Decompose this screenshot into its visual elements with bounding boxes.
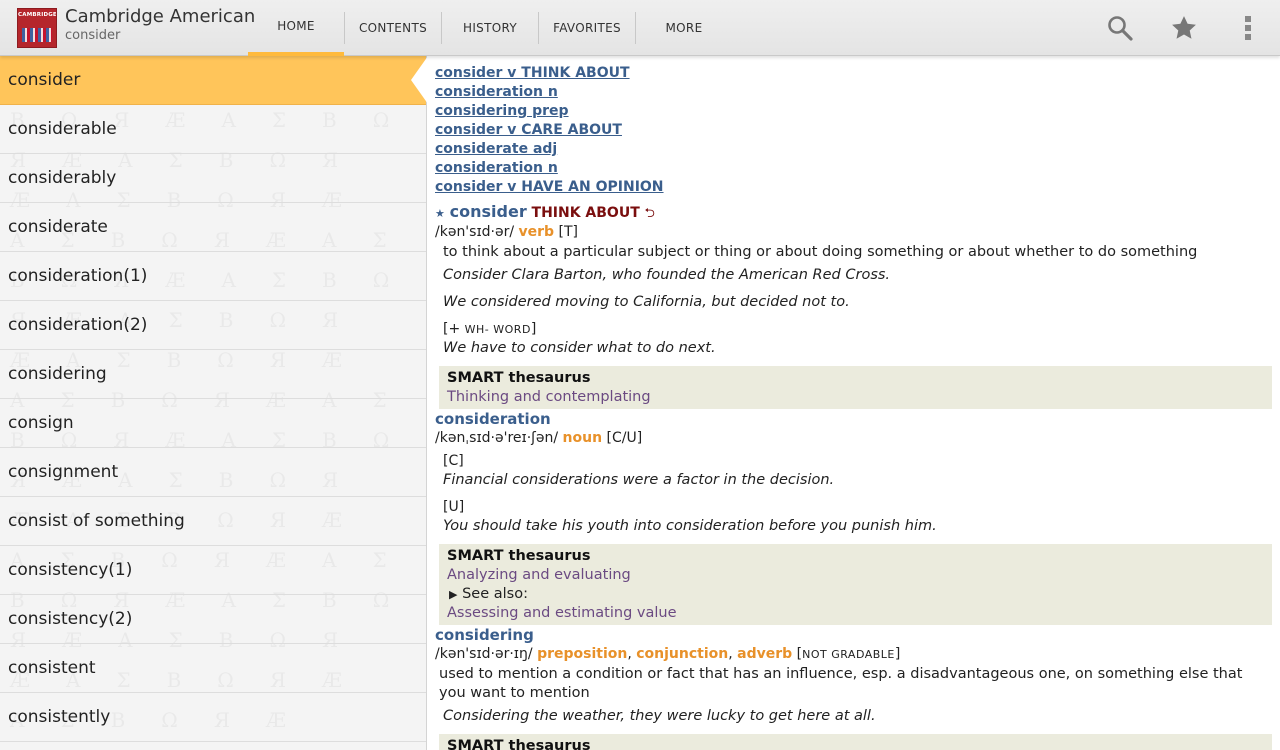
entry-pane[interactable]: consider v THINK ABOUT consideration n c… bbox=[428, 56, 1280, 750]
grammar-code: [T] bbox=[558, 224, 579, 240]
expand-triangle-icon: ▶ bbox=[449, 588, 458, 601]
pronunciation-line: /kən'sɪd·ər·ɪŋ/ preposition, conjunction… bbox=[435, 645, 1272, 664]
star-icon[interactable] bbox=[1168, 12, 1200, 44]
part-of-speech: adverb bbox=[737, 646, 793, 662]
grammar-bracket: ] bbox=[530, 321, 537, 337]
headword: consider bbox=[449, 202, 527, 221]
entry-link[interactable]: consider v CARE ABOUT bbox=[435, 121, 1272, 140]
part-of-speech: conjunction bbox=[636, 646, 729, 662]
grammar-word: WH- WORD bbox=[464, 323, 531, 336]
list-item[interactable]: consistent bbox=[0, 644, 426, 693]
logo-flag-stripes bbox=[22, 28, 52, 42]
thesaurus-title: SMART thesaurus bbox=[447, 548, 591, 564]
entry-link[interactable]: consider v THINK ABOUT bbox=[435, 64, 1272, 83]
pronunciation-line: /kən'sɪd·ər/ verb [T] bbox=[435, 223, 1272, 242]
overflow-menu-icon[interactable] bbox=[1232, 12, 1264, 44]
thesaurus-box: SMART thesaurus bbox=[439, 734, 1272, 750]
tab-home[interactable]: HOME bbox=[248, 0, 344, 56]
entry-link[interactable]: consideration n bbox=[435, 159, 1272, 178]
sense-headline: ★ consider THINK ABOUT ⮌ bbox=[435, 202, 1272, 223]
example: Financial considerations were a factor i… bbox=[443, 472, 835, 488]
tab-more[interactable]: MORE bbox=[636, 0, 732, 56]
thesaurus-title: SMART thesaurus bbox=[447, 738, 591, 750]
list-item[interactable]: consistency(1) bbox=[0, 546, 426, 595]
thesaurus-title: SMART thesaurus bbox=[447, 370, 591, 386]
example: You should take his youth into considera… bbox=[443, 518, 937, 534]
thesaurus-link[interactable]: Assessing and estimating value bbox=[447, 604, 1264, 623]
app-logo[interactable]: CAMBRIDGE bbox=[17, 8, 57, 48]
pronunciation: /kənˌsɪd·ə'reɪ·ʃən/ bbox=[435, 430, 559, 446]
current-word-subtitle: consider bbox=[65, 28, 121, 43]
tab-favorites[interactable]: FAVORITES bbox=[539, 0, 635, 56]
logo-text: CAMBRIDGE bbox=[18, 12, 57, 18]
list-item[interactable]: consist of something bbox=[0, 497, 426, 546]
list-item[interactable]: consistently bbox=[0, 693, 426, 742]
thesaurus-box: SMART thesaurus Thinking and contemplati… bbox=[439, 366, 1272, 409]
pronunciation: /kən'sɪd·ər/ bbox=[435, 224, 515, 240]
grammar-label: [C] bbox=[443, 453, 464, 469]
separator: , bbox=[627, 646, 632, 662]
headword: considering bbox=[435, 626, 534, 644]
entry-link[interactable]: considering prep bbox=[435, 102, 1272, 121]
list-item[interactable]: considering bbox=[0, 350, 426, 399]
definition: to think about a particular subject or t… bbox=[443, 244, 1198, 260]
app-title: Cambridge American bbox=[65, 6, 256, 27]
selection-pointer bbox=[411, 56, 428, 104]
tab-contents[interactable]: CONTENTS bbox=[345, 0, 441, 56]
separator: , bbox=[728, 646, 733, 662]
list-item[interactable]: consideration(1) bbox=[0, 252, 426, 301]
example: Consider Clara Barton, who founded the A… bbox=[443, 267, 891, 283]
headword: consideration bbox=[435, 410, 551, 428]
search-icon[interactable] bbox=[1104, 12, 1136, 44]
example: Considering the weather, they were lucky… bbox=[443, 708, 876, 724]
tab-label: CONTENTS bbox=[358, 21, 428, 35]
thesaurus-link[interactable]: Thinking and contemplating bbox=[447, 388, 1264, 407]
list-item[interactable]: considerate bbox=[0, 203, 426, 252]
tab-history[interactable]: HISTORY bbox=[442, 0, 538, 56]
pronunciation: /kən'sɪd·ər·ɪŋ/ bbox=[435, 646, 533, 662]
grammar-pattern: [+ WH- WORD] bbox=[435, 320, 1272, 339]
entry-link[interactable]: consideration n bbox=[435, 83, 1272, 102]
part-of-speech: verb bbox=[518, 224, 555, 240]
pronunciation-line: /kənˌsɪd·ə'reɪ·ʃən/ noun [C/U] bbox=[435, 429, 1272, 448]
part-of-speech: noun bbox=[562, 430, 603, 446]
list-item-selected[interactable]: consider bbox=[0, 56, 426, 105]
tab-label: MORE bbox=[665, 21, 703, 35]
thesaurus-link[interactable]: Analyzing and evaluating bbox=[447, 566, 1264, 585]
tab-label: FAVORITES bbox=[553, 21, 621, 35]
definition: used to mention a condition or fact that… bbox=[439, 666, 1243, 701]
see-also[interactable]: ▶ See also: bbox=[447, 585, 1264, 604]
list-item[interactable]: consign bbox=[0, 399, 426, 448]
list-item[interactable]: consideration(2) bbox=[0, 301, 426, 350]
entry-link[interactable]: considerate adj bbox=[435, 140, 1272, 159]
example: We have to consider what to do next. bbox=[443, 340, 716, 356]
grammar-code: NOT GRADABLE bbox=[802, 648, 895, 661]
grammar-label: [U] bbox=[443, 499, 465, 515]
action-bar: CAMBRIDGE Cambridge American consider HO… bbox=[0, 0, 1280, 56]
word-list[interactable]: ΑΣΒΩЯÆΑΣΒΩЯÆΑΣΒΩЯÆΑΣΒΩЯÆΑΣΒΩЯÆΑΣΒΩЯÆΑΣΒΩ… bbox=[0, 56, 427, 750]
frequency-star-icon: ★ bbox=[435, 207, 445, 220]
grammar-bracket: ] bbox=[894, 646, 901, 662]
see-also-label: See also: bbox=[462, 586, 528, 602]
thesaurus-box: SMART thesaurus Analyzing and evaluating… bbox=[439, 544, 1272, 625]
list-item[interactable]: consignment bbox=[0, 448, 426, 497]
example: We considered moving to California, but … bbox=[443, 294, 850, 310]
tab-label: HOME bbox=[277, 19, 315, 33]
part-of-speech: preposition bbox=[537, 646, 628, 662]
grammar-bracket: [+ bbox=[443, 321, 461, 337]
back-arrow-icon[interactable]: ⮌ bbox=[645, 206, 655, 221]
list-item[interactable]: considerably bbox=[0, 154, 426, 203]
list-item[interactable]: consistency(2) bbox=[0, 595, 426, 644]
tab-label: HISTORY bbox=[463, 21, 517, 35]
grammar-code: [C/U] bbox=[606, 430, 643, 446]
list-item[interactable]: considerable bbox=[0, 105, 426, 154]
entry-link[interactable]: consider v HAVE AN OPINION bbox=[435, 178, 1272, 197]
guideword: THINK ABOUT bbox=[531, 205, 640, 221]
